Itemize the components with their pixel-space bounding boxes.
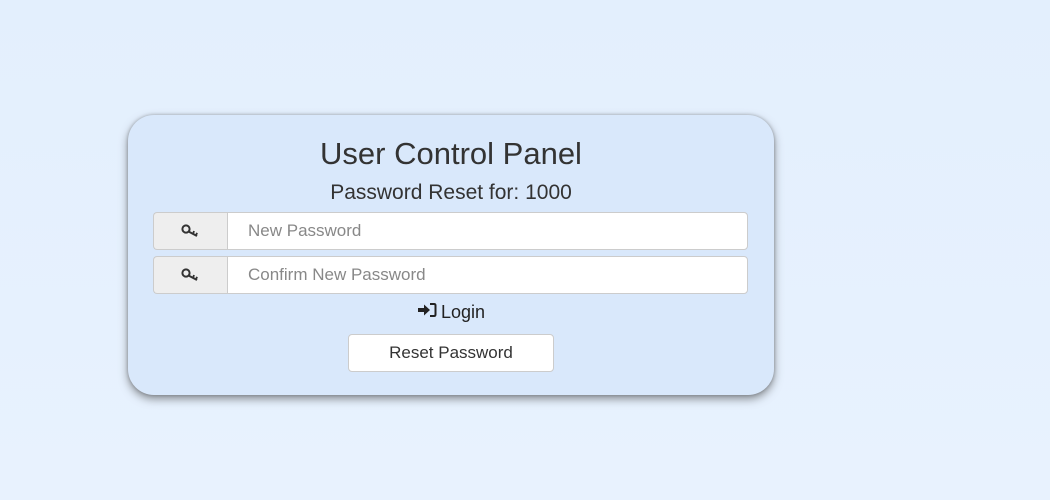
confirm-password-input[interactable] [227,256,748,294]
new-password-input[interactable] [227,212,748,250]
page-title: User Control Panel [320,136,582,171]
confirm-password-group [153,256,748,294]
user-control-panel: User Control Panel Password Reset for: 1… [128,115,774,395]
key-icon [153,212,227,250]
page-subtitle: Password Reset for: 1000 [330,181,572,204]
key-icon [153,256,227,294]
login-link[interactable]: Login [128,300,774,324]
sign-in-icon [417,300,437,324]
login-link-label: Login [440,302,486,322]
new-password-group [153,212,748,250]
reset-password-button[interactable]: Reset Password [348,334,554,372]
